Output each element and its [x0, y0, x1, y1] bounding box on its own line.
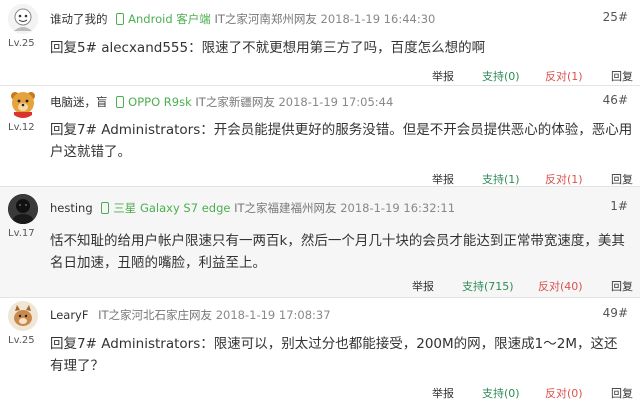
- reply-button[interactable]: 回复: [611, 278, 633, 294]
- bear-avatar-icon: [11, 92, 35, 118]
- report-button[interactable]: 举报: [432, 171, 454, 187]
- avatar[interactable]: [8, 88, 38, 118]
- username[interactable]: 谁动了我的: [50, 12, 108, 26]
- oppose-button[interactable]: 反对(40): [538, 278, 583, 294]
- comment-header: 电脑迷，盲 OPPO R9sk IT之家新疆网友 2018-1-19 17:05…: [50, 94, 393, 110]
- comment-content: 回复5# alecxand555：限速了不就更想用第三方了吗，百度怎么想的啊: [50, 40, 486, 56]
- user-location: IT之家福建福州网友: [234, 201, 337, 215]
- avatar[interactable]: [8, 194, 38, 224]
- floor-number: 25#: [602, 10, 628, 24]
- oppose-button[interactable]: 反对(1): [545, 171, 583, 187]
- comment-content: 回复7# Administrators：开会员能提供更好的服务没错。但是不开会员…: [50, 122, 633, 160]
- support-button[interactable]: 支持(0): [482, 385, 520, 401]
- comment-time: 2018-1-19 16:44:30: [320, 12, 436, 26]
- phone-icon: [116, 96, 125, 108]
- floor-number: 46#: [602, 93, 628, 107]
- comment-content: 恬不知耻的给用户帐户限速只有一两百k，然后一个月几十块的会员才能达到正常带宽速度…: [50, 233, 625, 271]
- phone-icon: [116, 13, 125, 25]
- comment-header: LearyF IT之家河北石家庄网友 2018-1-19 17:08:37: [50, 307, 331, 323]
- report-button[interactable]: 举报: [432, 385, 454, 401]
- reply-button[interactable]: 回复: [611, 385, 633, 401]
- oppose-button[interactable]: 反对(0): [545, 385, 583, 401]
- support-button[interactable]: 支持(1): [482, 171, 520, 187]
- comment-header: 谁动了我的 Android 客户端 IT之家河南郑州网友 2018-1-19 1…: [50, 11, 435, 27]
- user-level: Lv.12: [8, 122, 35, 133]
- user-level: Lv.25: [8, 335, 35, 346]
- reply-button[interactable]: 回复: [611, 68, 633, 84]
- support-button[interactable]: 支持(715): [462, 278, 514, 294]
- photo-avatar-icon: [8, 194, 38, 224]
- comment-time: 2018-1-19 17:05:44: [278, 95, 394, 109]
- floor-number: 1#: [610, 199, 628, 213]
- oppose-button[interactable]: 反对(1): [545, 68, 583, 84]
- comment-header: hesting 三星 Galaxy S7 edge IT之家福建福州网友 201…: [50, 200, 455, 216]
- username[interactable]: 电脑迷，盲: [50, 95, 108, 109]
- avatar[interactable]: [8, 301, 38, 331]
- reply-button[interactable]: 回复: [611, 171, 633, 187]
- animal-avatar-icon: [8, 301, 38, 331]
- comment-item: Lv.17 hesting 三星 Galaxy S7 edge IT之家福建福州…: [0, 187, 640, 297]
- phone-icon: [101, 202, 110, 214]
- user-level: Lv.17: [8, 228, 35, 239]
- comment-content: 回复7# Administrators：限速可以，别太过分也都能接受，200M的…: [50, 336, 618, 374]
- comment-time: 2018-1-19 16:32:11: [340, 201, 456, 215]
- device-label[interactable]: 三星 Galaxy S7 edge: [113, 201, 230, 215]
- user-location: IT之家河南郑州网友: [214, 12, 317, 26]
- comment-item: Lv.25 LearyF IT之家河北石家庄网友 2018-1-19 17:08…: [0, 298, 640, 401]
- username[interactable]: hesting: [50, 201, 93, 215]
- avatar[interactable]: [8, 4, 38, 34]
- comment-item: Lv.12 电脑迷，盲 OPPO R9sk IT之家新疆网友 2018-1-19…: [0, 86, 640, 186]
- report-button[interactable]: 举报: [412, 278, 434, 294]
- comment-item: Lv.25 谁动了我的 Android 客户端 IT之家河南郑州网友 2018-…: [0, 0, 640, 85]
- user-location: IT之家新疆网友: [195, 95, 275, 109]
- device-label[interactable]: Android 客户端: [128, 12, 211, 26]
- comment-time: 2018-1-19 17:08:37: [215, 308, 331, 322]
- report-button[interactable]: 举报: [432, 68, 454, 84]
- user-location: IT之家河北石家庄网友: [98, 308, 213, 322]
- user-level: Lv.25: [8, 38, 35, 49]
- cartoon-avatar-icon: [8, 4, 38, 34]
- device-label[interactable]: OPPO R9sk: [128, 95, 192, 109]
- support-button[interactable]: 支持(0): [482, 68, 520, 84]
- username[interactable]: LearyF: [50, 308, 88, 322]
- floor-number: 49#: [602, 306, 628, 320]
